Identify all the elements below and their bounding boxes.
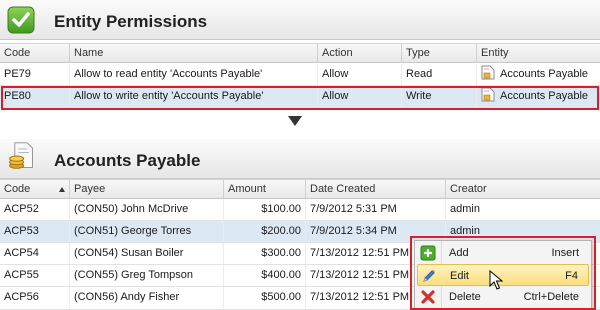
cell-payee: (CON55) Greg Tompson bbox=[70, 265, 224, 286]
column-header-entity[interactable]: Entity bbox=[477, 44, 600, 63]
column-header-code[interactable]: Code bbox=[0, 44, 70, 63]
cell-amount: $400.00 bbox=[224, 265, 306, 286]
column-header-code[interactable]: Code bbox=[0, 180, 70, 199]
table-row-selected[interactable]: PE80 Allow to write entity 'Accounts Pay… bbox=[0, 86, 600, 108]
menu-item-add-shortcut: Insert bbox=[551, 247, 579, 259]
column-header-name[interactable]: Name bbox=[70, 44, 318, 63]
menu-item-add-label: Add bbox=[449, 247, 469, 259]
cell-amount: $500.00 bbox=[224, 287, 306, 308]
permissions-title: Entity Permissions bbox=[54, 12, 208, 31]
cell-action: Allow bbox=[318, 86, 402, 107]
cell-entity-label: Accounts Payable bbox=[500, 68, 589, 80]
cell-creator: admin bbox=[450, 203, 480, 215]
cell-payee: (CON54) Susan Boiler bbox=[70, 243, 224, 264]
delete-icon bbox=[421, 290, 435, 304]
cell-date-created: 7/9/2012 5:34 PM bbox=[306, 221, 446, 242]
cell-payee: (CON56) Andy Fisher bbox=[70, 287, 224, 308]
payable-header: Accounts Payable bbox=[0, 139, 600, 179]
menu-item-delete-label: Delete bbox=[449, 291, 481, 303]
cell-name: Allow to read entity 'Accounts Payable' bbox=[70, 64, 318, 85]
document-icon bbox=[481, 87, 495, 102]
cell-code: PE80 bbox=[0, 86, 70, 107]
cell-payee: (CON50) John McDrive bbox=[70, 199, 224, 220]
column-header-creator[interactable]: Creator bbox=[446, 180, 600, 199]
cell-entity-label: Accounts Payable bbox=[500, 90, 589, 102]
payable-title: Accounts Payable bbox=[54, 151, 201, 170]
table-row[interactable]: PE79 Allow to read entity 'Accounts Paya… bbox=[0, 64, 600, 86]
column-header-date-created[interactable]: Date Created bbox=[306, 180, 446, 199]
add-icon bbox=[420, 245, 436, 261]
cell-name: Allow to write entity 'Accounts Payable' bbox=[70, 86, 318, 107]
context-menu: Add Insert Edit F4 Delete Ctrl+Delete bbox=[414, 240, 592, 310]
cell-type: Read bbox=[402, 64, 477, 85]
table-row[interactable]: ACP52 (CON50) John McDrive $100.00 7/9/2… bbox=[0, 199, 600, 221]
checkmark-icon bbox=[7, 6, 35, 34]
cell-amount: $100.00 bbox=[224, 199, 306, 220]
cell-code: ACP56 bbox=[0, 287, 70, 308]
cell-entity: Accounts Payable bbox=[477, 86, 600, 107]
cell-action: Allow bbox=[318, 64, 402, 85]
column-header-code-label: Code bbox=[4, 183, 31, 195]
menu-item-delete[interactable]: Delete Ctrl+Delete bbox=[417, 286, 589, 308]
column-header-action[interactable]: Action bbox=[318, 44, 402, 63]
coins-document-icon bbox=[9, 142, 33, 169]
column-header-type[interactable]: Type bbox=[402, 44, 477, 63]
cell-code: ACP54 bbox=[0, 243, 70, 264]
arrow-down-icon bbox=[288, 116, 302, 126]
cell-code: ACP53 bbox=[0, 221, 70, 242]
payable-grid-header: Code Payee Amount Date Created Creator bbox=[0, 179, 600, 199]
column-header-payee[interactable]: Payee bbox=[70, 180, 224, 199]
permissions-grid-header: Code Name Action Type Entity bbox=[0, 43, 600, 63]
cell-code: ACP55 bbox=[0, 265, 70, 286]
pencil-icon bbox=[423, 270, 435, 282]
column-header-amount[interactable]: Amount bbox=[224, 180, 306, 199]
sort-ascending-icon bbox=[59, 187, 65, 192]
cell-amount: $300.00 bbox=[224, 243, 306, 264]
cell-amount: $200.00 bbox=[224, 221, 306, 242]
cell-code: ACP52 bbox=[0, 199, 70, 220]
cell-creator: admin bbox=[450, 225, 480, 237]
document-icon bbox=[481, 65, 495, 80]
cell-code: PE79 bbox=[0, 64, 70, 85]
menu-item-edit[interactable]: Edit F4 bbox=[417, 264, 589, 286]
menu-item-delete-shortcut: Ctrl+Delete bbox=[523, 291, 579, 303]
cell-payee: (CON51) George Torres bbox=[70, 221, 224, 242]
menu-item-edit-shortcut: F4 bbox=[565, 270, 578, 282]
permissions-header: Entity Permissions bbox=[0, 0, 600, 40]
mouse-cursor-icon bbox=[489, 270, 503, 290]
cell-type: Write bbox=[402, 86, 477, 107]
cell-entity: Accounts Payable bbox=[477, 64, 600, 85]
menu-item-add[interactable]: Add Insert bbox=[417, 242, 589, 264]
cell-date-created: 7/9/2012 5:31 PM bbox=[306, 199, 446, 220]
menu-item-edit-label: Edit bbox=[450, 270, 469, 282]
